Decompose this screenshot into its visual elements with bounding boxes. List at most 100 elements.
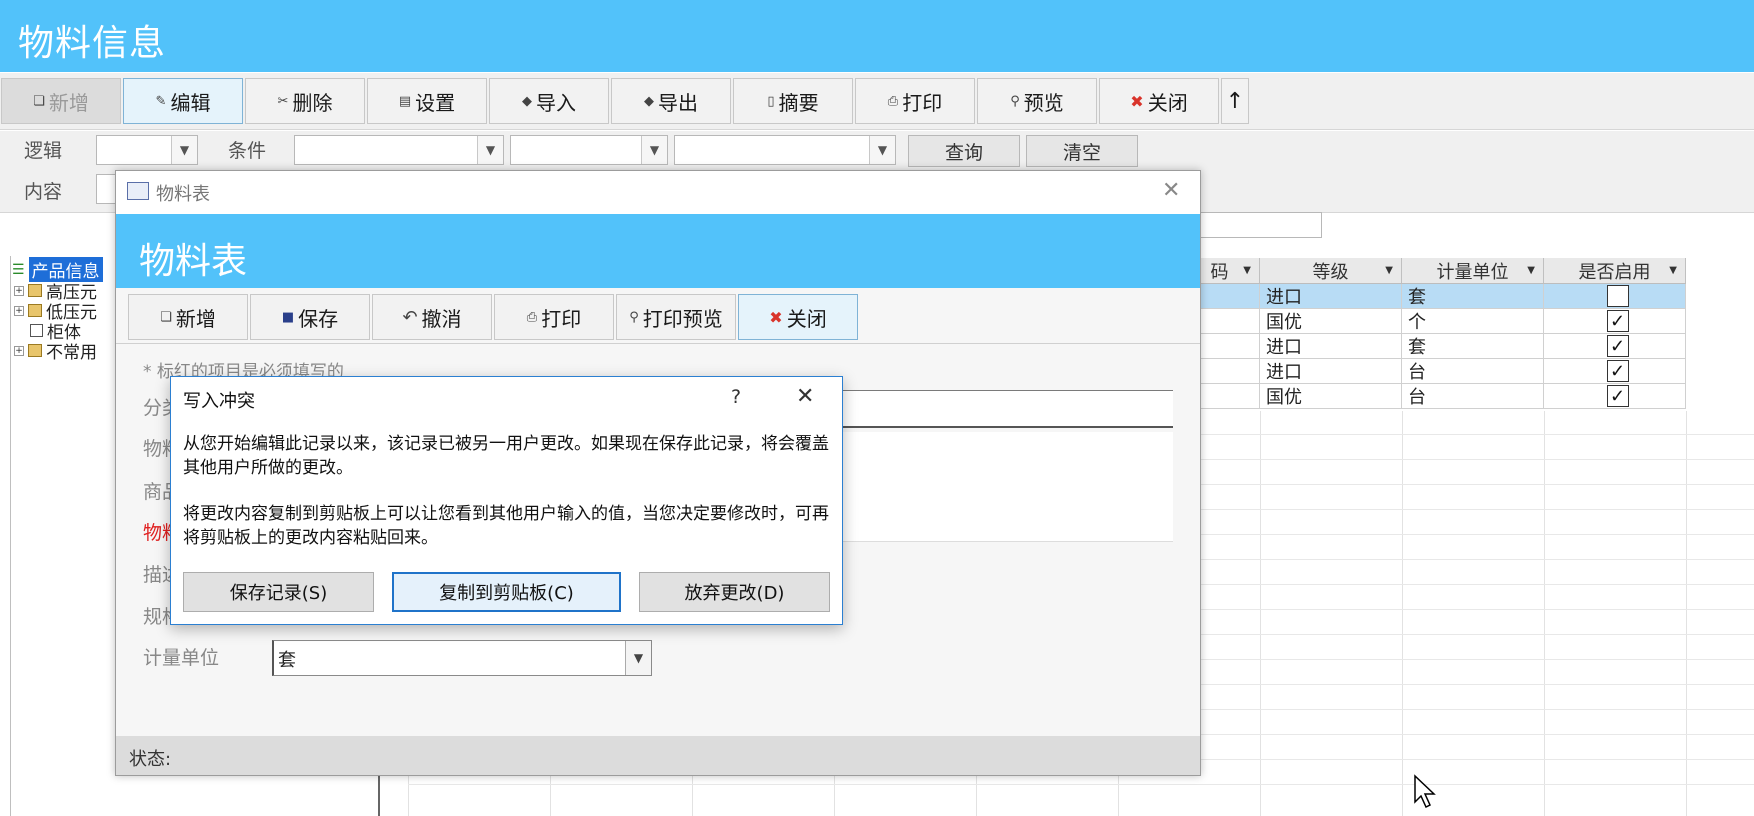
table-cell[interactable]: 进口 bbox=[1260, 334, 1402, 359]
enabled-checkbox[interactable] bbox=[1606, 285, 1629, 307]
table-cell[interactable]: 台 bbox=[1402, 359, 1544, 384]
help-icon[interactable]: ? bbox=[731, 386, 741, 408]
table-cell[interactable]: ✓ bbox=[1544, 334, 1686, 359]
table-cell[interactable]: 国优 bbox=[1260, 384, 1402, 409]
preview-icon: ⚲ bbox=[629, 309, 639, 325]
save-icon: ■ bbox=[281, 309, 295, 325]
delete-button[interactable]: ✂ 删除 bbox=[245, 78, 365, 124]
form-save-button[interactable]: ■ 保存 bbox=[250, 294, 370, 340]
import-button[interactable]: ◆ 导入 bbox=[489, 78, 609, 124]
table-cell[interactable]: 套 bbox=[1402, 284, 1544, 309]
unit-value: 套 bbox=[278, 650, 296, 671]
summary-button[interactable]: ▯ 摘要 bbox=[733, 78, 853, 124]
column-header[interactable]: 等级 ▼ bbox=[1260, 258, 1402, 284]
form-status-bar bbox=[116, 736, 1200, 775]
expand-icon[interactable]: + bbox=[14, 345, 24, 356]
folder-icon bbox=[28, 304, 42, 317]
new-icon: ❏ bbox=[160, 309, 172, 325]
form-banner bbox=[116, 214, 1200, 288]
value-select[interactable]: ▼ bbox=[674, 135, 896, 165]
code-field[interactable] bbox=[843, 432, 1173, 542]
search-box[interactable] bbox=[1190, 212, 1322, 238]
export-button[interactable]: ◆ 导出 bbox=[611, 78, 731, 124]
edit-button[interactable]: ✎ 编辑 bbox=[123, 78, 243, 124]
dialog-title: 写入冲突 bbox=[183, 391, 255, 412]
table-cell[interactable]: 进口 bbox=[1260, 284, 1402, 309]
discard-changes-button[interactable]: 放弃更改(D) bbox=[639, 572, 830, 612]
form-titlebar bbox=[116, 171, 1200, 214]
grid-line bbox=[408, 784, 1754, 785]
form-new-button[interactable]: ❏ 新增 bbox=[128, 294, 248, 340]
chevron-down-icon[interactable]: ▼ bbox=[625, 641, 651, 675]
operator-select[interactable]: ▼ bbox=[510, 135, 668, 165]
table-cell[interactable]: 进口 bbox=[1260, 359, 1402, 384]
table-cell[interactable]: ✓ bbox=[1544, 359, 1686, 384]
dialog-close-icon[interactable]: ✕ bbox=[796, 384, 814, 409]
unit-select[interactable]: 套 ▼ bbox=[272, 640, 652, 676]
dropdown-icon[interactable]: ▼ bbox=[1385, 265, 1393, 276]
close-button[interactable]: ✖ 关闭 bbox=[1099, 78, 1219, 124]
print-button[interactable]: ⎙ 打印 bbox=[855, 78, 975, 124]
settings-icon: ▤ bbox=[398, 93, 412, 109]
grid-line bbox=[1260, 411, 1261, 816]
form-window-title: 物料表 bbox=[156, 184, 210, 205]
table-cell[interactable]: ✓ bbox=[1544, 384, 1686, 409]
column-header[interactable]: 是否启用 ▼ bbox=[1544, 258, 1686, 284]
table-cell[interactable]: ✓ bbox=[1544, 309, 1686, 334]
enabled-checkbox[interactable]: ✓ bbox=[1606, 310, 1629, 332]
dropdown-icon[interactable]: ▼ bbox=[1243, 265, 1251, 276]
new-button[interactable]: ❏ 新增 bbox=[1, 78, 121, 124]
condition-label: 条件 bbox=[228, 140, 267, 162]
table-cell[interactable] bbox=[1544, 284, 1686, 309]
form-close-button[interactable]: ✖ 关闭 bbox=[738, 294, 858, 340]
table-cell[interactable]: 台 bbox=[1402, 384, 1544, 409]
divider bbox=[116, 343, 1200, 344]
clear-button[interactable]: 清空 bbox=[1026, 135, 1138, 167]
copy-to-clipboard-button[interactable]: 复制到剪贴板(C) bbox=[392, 572, 621, 612]
preview-button[interactable]: ⚲ 预览 bbox=[977, 78, 1097, 124]
undo-icon: ↶ bbox=[402, 306, 418, 328]
grid-line bbox=[1402, 411, 1403, 816]
app-header bbox=[0, 0, 1754, 72]
dropdown-icon[interactable]: ▼ bbox=[1527, 265, 1535, 276]
expand-icon[interactable]: + bbox=[14, 305, 24, 316]
save-record-button[interactable]: 保存记录(S) bbox=[183, 572, 374, 612]
preview-icon: ⚲ bbox=[1010, 93, 1020, 109]
field-select[interactable]: ▼ bbox=[294, 135, 504, 165]
table-cell[interactable]: 国优 bbox=[1260, 309, 1402, 334]
settings-button[interactable]: ▤ 设置 bbox=[367, 78, 487, 124]
close-circle-icon: ✖ bbox=[769, 307, 783, 327]
delete-icon: ✂ bbox=[277, 93, 289, 109]
chevron-down-icon: ▼ bbox=[641, 136, 667, 164]
dialog-message-2: 将更改内容复制到剪贴板上可以让您看到其他用户输入的值，当您决定要修改时，可再将剪… bbox=[183, 504, 829, 548]
import-icon: ◆ bbox=[522, 93, 532, 109]
tree-item[interactable]: + 不常用 bbox=[14, 338, 97, 363]
content-label: 内容 bbox=[24, 181, 63, 203]
form-icon bbox=[127, 182, 149, 200]
category-field[interactable] bbox=[843, 390, 1173, 428]
enabled-checkbox[interactable]: ✓ bbox=[1606, 385, 1629, 407]
logic-select[interactable]: ▼ bbox=[96, 135, 198, 165]
chevron-down-icon: ▼ bbox=[869, 136, 895, 164]
form-undo-button[interactable]: ↶ 撤消 bbox=[372, 294, 492, 340]
dropdown-icon[interactable]: ▼ bbox=[1669, 265, 1677, 276]
table-cell[interactable]: 个 bbox=[1402, 309, 1544, 334]
expand-icon[interactable]: + bbox=[14, 285, 24, 296]
folder-icon bbox=[28, 284, 42, 297]
query-button[interactable]: 查询 bbox=[908, 135, 1020, 167]
column-header[interactable]: 计量单位 ▼ bbox=[1402, 258, 1544, 284]
form-print-preview-button[interactable]: ⚲ 打印预览 bbox=[616, 294, 736, 340]
edit-icon: ✎ bbox=[155, 93, 167, 109]
form-print-button[interactable]: ⎙ 打印 bbox=[494, 294, 614, 340]
table-cell[interactable]: 套 bbox=[1402, 334, 1544, 359]
app-title: 物料信息 bbox=[18, 23, 167, 64]
chevron-down-icon: ▼ bbox=[171, 136, 197, 164]
enabled-checkbox[interactable]: ✓ bbox=[1606, 360, 1629, 382]
enabled-checkbox[interactable]: ✓ bbox=[1606, 335, 1629, 357]
scroll-up-button[interactable]: ↑ bbox=[1221, 78, 1249, 124]
grid-line bbox=[1686, 411, 1687, 816]
mouse-cursor-icon bbox=[1414, 774, 1436, 809]
leaf-icon bbox=[30, 324, 43, 337]
form-close-icon[interactable]: ✕ bbox=[1162, 178, 1180, 203]
chevron-down-icon: ▼ bbox=[477, 136, 503, 164]
